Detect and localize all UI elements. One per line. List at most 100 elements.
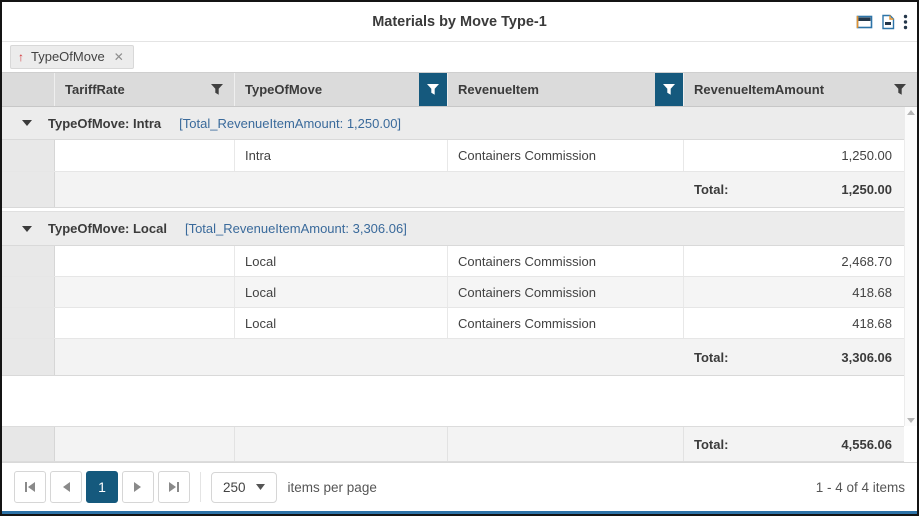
- hierarchy-cell: [2, 140, 55, 171]
- grid-window: Materials by Move Type-1: [0, 0, 919, 516]
- next-page-button[interactable]: [122, 471, 154, 503]
- group-footer-intra: Total: 1,250.00: [2, 172, 904, 208]
- footer-empty-cell: [448, 172, 684, 207]
- column-label: TypeOfMove: [245, 82, 322, 97]
- cell-tariffrate: [55, 308, 235, 338]
- total-value: 1,250.00: [841, 182, 892, 197]
- grand-total-cell: Total: 4,556.06: [684, 427, 904, 461]
- table-row[interactable]: Local Containers Commission 418.68: [2, 277, 904, 308]
- rows-area: TypeOfMove: Intra [Total_RevenueItemAmou…: [2, 107, 904, 376]
- column-header-tariffrate[interactable]: TariffRate: [55, 73, 235, 106]
- group-title: TypeOfMove: Local: [48, 221, 167, 236]
- total-label: Total:: [694, 182, 728, 197]
- hierarchy-cell: [2, 308, 55, 338]
- titlebar-icons: [856, 2, 908, 41]
- cell-revenueitem: Containers Commission: [448, 277, 684, 307]
- column-label: RevenueItem: [458, 82, 539, 97]
- footer-empty-cell: [448, 427, 684, 461]
- page-size-dropdown[interactable]: 250: [211, 472, 277, 503]
- page-size-value: 250: [223, 480, 246, 495]
- group-aggregate: [Total_RevenueItemAmount: 1,250.00]: [179, 116, 401, 131]
- hierarchy-cell: [2, 427, 55, 461]
- window-title: Materials by Move Type-1: [372, 14, 547, 30]
- group-footer-local: Total: 3,306.06: [2, 339, 904, 376]
- column-label: TariffRate: [65, 82, 125, 97]
- column-header-revenueitemamount[interactable]: RevenueItemAmount: [684, 73, 917, 106]
- page-1-button[interactable]: 1: [86, 471, 118, 503]
- footer-empty-cell: [235, 339, 448, 375]
- group-total-cell: Total: 1,250.00: [684, 172, 904, 207]
- column-label: RevenueItemAmount: [694, 82, 824, 97]
- chip-remove-icon[interactable]: ✕: [114, 50, 124, 64]
- vertical-scrollbar[interactable]: [904, 107, 917, 426]
- pager: 1 250 items per page 1 - 4 of 4 items: [2, 462, 917, 511]
- export-document-icon[interactable]: [881, 14, 895, 30]
- cell-tariffrate: [55, 246, 235, 276]
- pager-divider: [200, 472, 201, 502]
- filter-active-icon[interactable]: [419, 73, 447, 106]
- filter-icon[interactable]: [210, 83, 224, 96]
- hierarchy-cell: [2, 172, 55, 207]
- footer-empty-cell: [235, 427, 448, 461]
- group-chip-label: TypeOfMove: [31, 49, 105, 64]
- footer-empty-cell: [235, 172, 448, 207]
- scroll-up-icon[interactable]: [907, 110, 915, 115]
- kebab-menu-icon[interactable]: [903, 14, 908, 30]
- cell-amount: 418.68: [684, 277, 904, 307]
- popout-window-icon[interactable]: [856, 15, 873, 29]
- items-per-page-label: items per page: [288, 480, 377, 495]
- total-value: 4,556.06: [841, 437, 892, 452]
- cell-typeofmove: Local: [235, 246, 448, 276]
- filter-icon[interactable]: [893, 83, 907, 96]
- cell-amount: 2,468.70: [684, 246, 904, 276]
- collapse-group-icon[interactable]: [22, 120, 32, 126]
- cell-amount: 418.68: [684, 308, 904, 338]
- titlebar: Materials by Move Type-1: [2, 2, 917, 42]
- last-page-button[interactable]: [158, 471, 190, 503]
- chevron-down-icon: [256, 484, 265, 490]
- footer-empty-cell: [55, 427, 235, 461]
- footer-empty-cell: [55, 339, 235, 375]
- grid-body: TypeOfMove: Intra [Total_RevenueItemAmou…: [2, 107, 917, 462]
- cell-revenueitem: Containers Commission: [448, 140, 684, 171]
- group-panel: ↑ TypeOfMove ✕: [2, 42, 917, 73]
- hierarchy-cell: [2, 246, 55, 276]
- first-page-button[interactable]: [14, 471, 46, 503]
- group-total-cell: Total: 3,306.06: [684, 339, 904, 375]
- cell-typeofmove: Local: [235, 308, 448, 338]
- cell-typeofmove: Local: [235, 277, 448, 307]
- bottom-accent-line: [2, 511, 917, 514]
- previous-page-button[interactable]: [50, 471, 82, 503]
- cell-revenueitem: Containers Commission: [448, 308, 684, 338]
- column-header-typeofmove[interactable]: TypeOfMove: [235, 73, 448, 106]
- scroll-down-icon[interactable]: [907, 418, 915, 423]
- footer-empty-cell: [55, 172, 235, 207]
- grid-header: TariffRate TypeOfMove RevenueItem Revenu…: [2, 73, 917, 107]
- cell-tariffrate: [55, 140, 235, 171]
- group-aggregate: [Total_RevenueItemAmount: 3,306.06]: [185, 221, 407, 236]
- pager-info: 1 - 4 of 4 items: [816, 480, 905, 495]
- filter-active-icon[interactable]: [655, 73, 683, 106]
- group-header-local: TypeOfMove: Local [Total_RevenueItemAmou…: [2, 211, 904, 246]
- group-chip-typeofmove[interactable]: ↑ TypeOfMove ✕: [10, 45, 134, 69]
- sort-ascending-icon: ↑: [18, 50, 24, 64]
- column-header-revenueitem[interactable]: RevenueItem: [448, 73, 684, 106]
- cell-typeofmove: Intra: [235, 140, 448, 171]
- table-row[interactable]: Local Containers Commission 418.68: [2, 308, 904, 339]
- cell-tariffrate: [55, 277, 235, 307]
- footer-empty-cell: [448, 339, 684, 375]
- empty-grid-space: [2, 376, 917, 426]
- group-title: TypeOfMove: Intra: [48, 116, 161, 131]
- grand-total-row: Total: 4,556.06: [2, 426, 904, 462]
- table-row[interactable]: Local Containers Commission 2,468.70: [2, 246, 904, 277]
- total-label: Total:: [694, 437, 728, 452]
- total-value: 3,306.06: [841, 350, 892, 365]
- total-label: Total:: [694, 350, 728, 365]
- group-header-intra: TypeOfMove: Intra [Total_RevenueItemAmou…: [2, 107, 904, 140]
- table-row[interactable]: Intra Containers Commission 1,250.00: [2, 140, 904, 172]
- hierarchy-cell: [2, 277, 55, 307]
- hierarchy-cell: [2, 339, 55, 375]
- collapse-group-icon[interactable]: [22, 226, 32, 232]
- cell-revenueitem: Containers Commission: [448, 246, 684, 276]
- header-hierarchy-cell: [2, 73, 55, 106]
